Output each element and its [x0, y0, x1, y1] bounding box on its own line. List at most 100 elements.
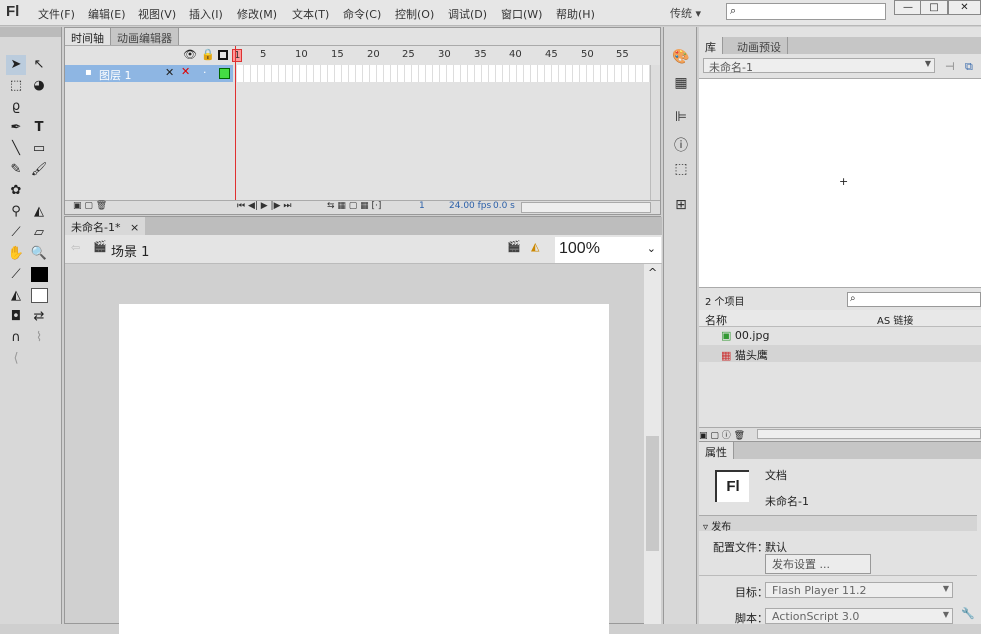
- maximize-button[interactable]: □: [920, 0, 948, 15]
- publish-settings-button[interactable]: 发布设置 ...: [765, 554, 871, 574]
- playback-controls-icon[interactable]: ⏮ ◀| ▶ |▶ ⏭: [237, 201, 291, 211]
- menu-help[interactable]: 帮助(H): [556, 6, 595, 22]
- hand-tool-icon[interactable]: ✋: [6, 244, 26, 264]
- zoom-tool-icon[interactable]: 🔍: [29, 244, 49, 264]
- library-search-input[interactable]: ⌕: [847, 292, 981, 307]
- pencil-icon[interactable]: ✎: [6, 160, 26, 180]
- tab-timeline[interactable]: 时间轴: [65, 28, 111, 45]
- stage-vscroll[interactable]: ^: [644, 264, 661, 624]
- new-library-icon[interactable]: ⧉: [965, 60, 973, 74]
- publish-section-header[interactable]: ▿ 发布: [699, 515, 977, 533]
- minimize-button[interactable]: —: [894, 0, 922, 15]
- frame-ruler[interactable]: 👁 🔒 1 5 10 15 20 25 30 35 40 45 50 55: [65, 46, 660, 65]
- library-hscroll[interactable]: [757, 429, 981, 439]
- library-item[interactable]: ▦ 猫头鹰: [699, 345, 981, 362]
- timeline-vscroll[interactable]: [650, 65, 660, 200]
- swatches-icon[interactable]: ▦: [672, 75, 690, 93]
- tab-motion-editor[interactable]: 动画编辑器: [111, 28, 179, 45]
- scroll-thumb[interactable]: [646, 436, 659, 551]
- menu-file[interactable]: 文件(F): [38, 6, 75, 22]
- frame-rate[interactable]: 24.00 fps: [449, 201, 491, 211]
- library-tools-icon[interactable]: ▣ ▢ ⓘ 🗑: [699, 431, 745, 441]
- frames-strip[interactable]: [237, 65, 650, 82]
- rectangle-tool-icon[interactable]: ▭: [29, 139, 49, 159]
- menu-commands[interactable]: 命令(C): [343, 6, 381, 22]
- menu-control[interactable]: 控制(O): [395, 6, 434, 22]
- library-item[interactable]: ▣ 00.jpg: [699, 327, 981, 344]
- tab-properties[interactable]: 属性: [699, 442, 734, 459]
- outline-icon[interactable]: [218, 50, 228, 60]
- stroke-color-icon[interactable]: ⟋: [6, 265, 26, 285]
- col-linkage[interactable]: AS 链接: [877, 312, 913, 327]
- tab-library[interactable]: 库: [699, 37, 723, 54]
- selection-tool-icon[interactable]: ➤: [6, 55, 26, 75]
- snap-magnet-icon[interactable]: ∩: [6, 328, 26, 348]
- stage[interactable]: [119, 304, 609, 634]
- deco-tool-icon[interactable]: ✿: [6, 181, 26, 201]
- eraser-icon[interactable]: ▱: [29, 223, 49, 243]
- lock-icon[interactable]: 🔒: [201, 48, 215, 61]
- current-frame[interactable]: 1: [419, 201, 425, 211]
- library-document-select[interactable]: 未命名-1 ▼: [703, 58, 935, 74]
- text-tool-icon[interactable]: T: [29, 118, 49, 138]
- pin-icon[interactable]: ⊣: [945, 60, 955, 73]
- help-search-input[interactable]: ⌕: [726, 3, 886, 20]
- 3d-rotation-icon[interactable]: ◕: [29, 76, 49, 96]
- zoom-select[interactable]: 100% ⌄: [555, 237, 661, 263]
- loop-icon[interactable]: ⇆ ▦ ▢ ▦ [·]: [327, 201, 381, 211]
- panel-grip[interactable]: [0, 27, 61, 37]
- eyedropper-icon[interactable]: ⟋: [6, 223, 26, 243]
- tab-motion-presets[interactable]: 动画预设: [731, 37, 788, 54]
- pencil-cross-icon[interactable]: ✕: [165, 66, 174, 79]
- menu-window[interactable]: 窗口(W): [501, 6, 542, 22]
- menu-text[interactable]: 文本(T): [292, 6, 329, 22]
- edit-scene-icon[interactable]: 🎬: [507, 240, 521, 253]
- color-palette-icon[interactable]: 🎨: [672, 49, 690, 67]
- menu-modify[interactable]: 修改(M): [237, 6, 277, 22]
- free-transform-icon[interactable]: ⬚: [6, 76, 26, 96]
- layer-row[interactable]: ▪ 图层 1 ✕ ✕ ·: [65, 65, 233, 82]
- info-icon[interactable]: ⓘ: [672, 135, 690, 154]
- close-tab-icon[interactable]: ×: [130, 221, 139, 234]
- default-colors-icon[interactable]: ◘: [6, 307, 26, 327]
- menu-view[interactable]: 视图(V): [138, 6, 176, 22]
- script-select[interactable]: ActionScript 3.0 ▼: [765, 608, 953, 624]
- new-layer-icon[interactable]: ▣ ▢ 🗑: [73, 201, 107, 211]
- transform-icon[interactable]: ⬚: [672, 161, 690, 179]
- outline-color-swatch[interactable]: [219, 68, 230, 79]
- stroke-color-swatch[interactable]: [29, 265, 49, 285]
- timeline-hscroll[interactable]: [521, 202, 651, 213]
- lasso-icon[interactable]: ϱ: [6, 97, 26, 117]
- wrench-icon[interactable]: 🔧: [961, 607, 975, 620]
- line-tool-icon[interactable]: ╲: [6, 139, 26, 159]
- paint-bucket-icon[interactable]: ◭: [29, 202, 49, 222]
- align-icon[interactable]: ⊫: [672, 109, 690, 127]
- smooth-icon[interactable]: ⌇: [29, 328, 49, 348]
- playhead[interactable]: [235, 46, 236, 201]
- subselection-tool-icon[interactable]: ↖: [29, 55, 49, 75]
- brush-icon[interactable]: 🖌: [29, 160, 49, 180]
- eye-icon[interactable]: 👁: [183, 48, 197, 61]
- swap-colors-icon[interactable]: ⇄: [29, 307, 49, 327]
- workspace-switcher[interactable]: 传统 ▾: [670, 5, 701, 21]
- scene-label[interactable]: 场景 1: [111, 241, 149, 260]
- back-arrow-icon[interactable]: ⇦: [71, 241, 80, 254]
- bone-tool-icon[interactable]: ⚲: [6, 202, 26, 222]
- components-icon[interactable]: ⊞: [672, 197, 690, 215]
- document-tab[interactable]: 未命名-1* ×: [65, 217, 146, 235]
- lock-dot-icon[interactable]: ·: [203, 66, 207, 79]
- hide-layer-x-icon[interactable]: ✕: [181, 65, 190, 78]
- menu-debug[interactable]: 调试(D): [448, 6, 487, 22]
- fill-color-swatch[interactable]: [29, 286, 49, 306]
- edit-symbol-icon[interactable]: ◭: [531, 240, 539, 253]
- menu-edit[interactable]: 编辑(E): [88, 6, 126, 22]
- menu-insert[interactable]: 插入(I): [189, 6, 223, 22]
- close-button[interactable]: ✕: [948, 0, 981, 15]
- fill-color-icon[interactable]: ◭: [6, 286, 26, 306]
- col-name[interactable]: 名称: [705, 314, 727, 327]
- scroll-up-icon[interactable]: ^: [648, 266, 657, 279]
- layer-name[interactable]: 图层 1: [99, 67, 132, 83]
- straighten-icon[interactable]: ⟨: [6, 349, 26, 369]
- target-select[interactable]: Flash Player 11.2 ▼: [765, 582, 953, 598]
- pen-icon[interactable]: ✒: [6, 118, 26, 138]
